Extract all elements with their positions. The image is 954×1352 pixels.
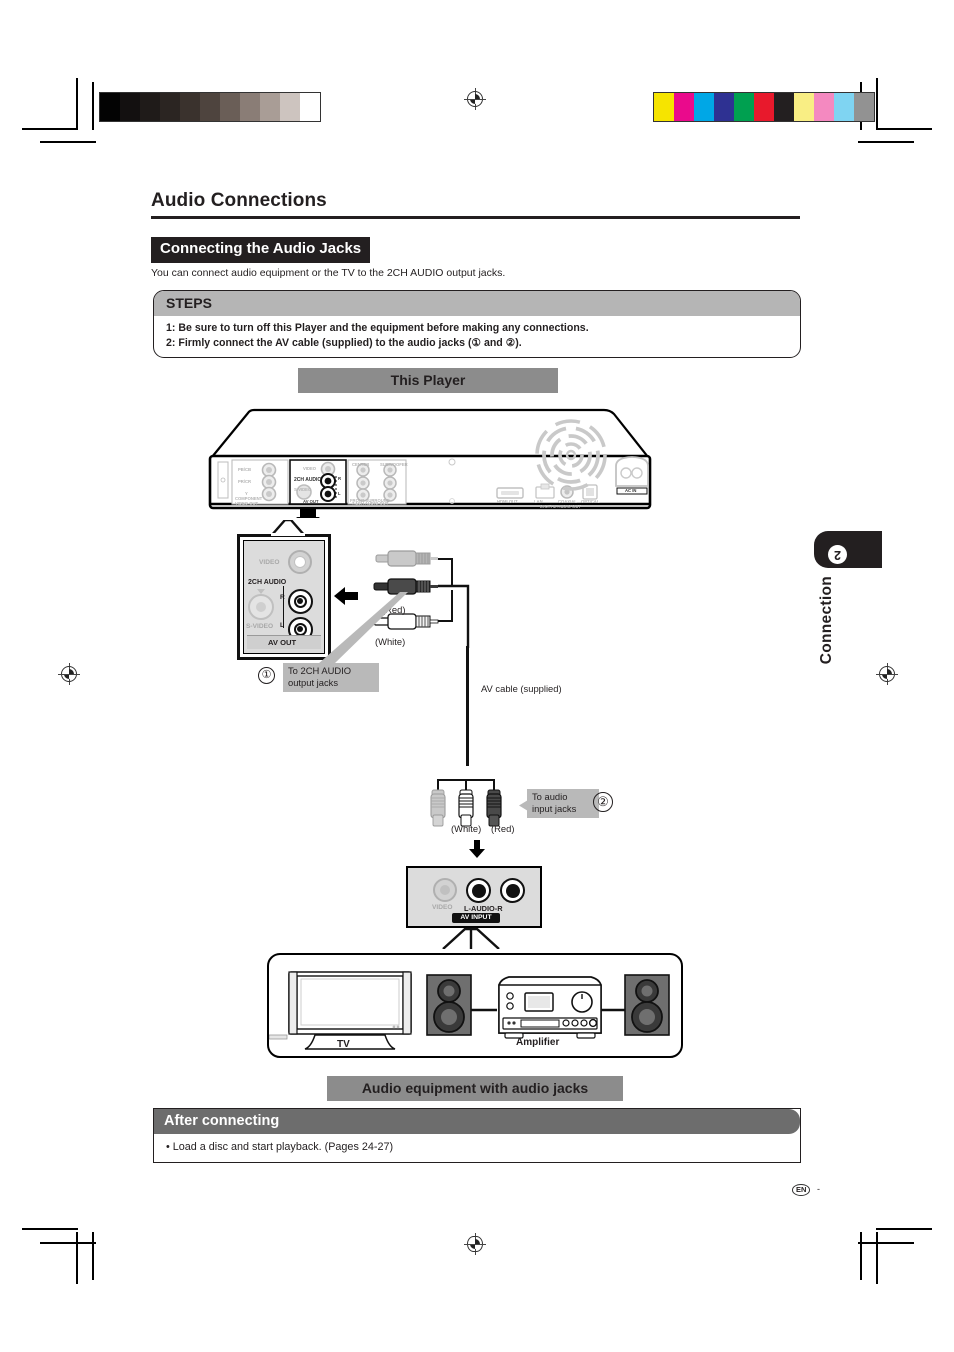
color-patch-3 [714, 93, 734, 121]
steps-box: STEPS 1: Be sure to turn off this Player… [153, 290, 801, 358]
callout-1-number: ① [258, 667, 275, 684]
lead-paragraph: You can connect audio equipment or the T… [151, 267, 506, 279]
gray-patch-6 [220, 93, 240, 121]
connect-arrow-down-icon [469, 840, 485, 863]
av-input-audio-jack-left [466, 878, 491, 903]
section-heading: Connecting the Audio Jacks [151, 237, 371, 263]
footer-language-badge: EN - [792, 1184, 820, 1196]
color-patch-7 [794, 93, 814, 121]
callout-2-line2: input jacks [532, 802, 577, 814]
after-connecting-box: After connecting • Load a disc and start… [153, 1108, 801, 1163]
tv-label: TV [337, 1039, 350, 1050]
av-input-bracket [441, 927, 501, 954]
crop-mark-tl-h2 [40, 141, 96, 143]
amplifier-label: Amplifier [516, 1037, 560, 1048]
registration-target-top [464, 88, 486, 110]
crop-mark-tl-v [76, 78, 78, 130]
crop-mark-bl-v2 [92, 1232, 94, 1280]
gray-patch-2 [140, 93, 160, 121]
av-out-svideo-label: S-VIDEO [246, 623, 274, 630]
player-rear-illustration: COMPONENT VIDEO OUT PB/CB PR/CR Y VIDEO … [200, 400, 660, 526]
gray-patch-10 [300, 93, 320, 121]
side-tab-chapter[interactable]: 2 [814, 531, 882, 568]
steps-body: 1: Be sure to turn off this Player and t… [154, 316, 800, 357]
av-input-title: AV INPUT [460, 914, 492, 921]
callout-1-text: To 2CH AUDIO output jacks [283, 663, 379, 692]
crop-mark-tr-h [876, 128, 932, 130]
registration-target-bottom [464, 1233, 486, 1255]
av-cable-wire [466, 646, 469, 766]
steps-heading: STEPS [154, 291, 800, 316]
av-input-video-label: VIDEO [432, 904, 453, 911]
crop-mark-br-v2 [860, 1232, 862, 1280]
callout-2-text: To audio input jacks [527, 789, 599, 818]
gray-patch-3 [160, 93, 180, 121]
footer-dash: - [816, 1184, 820, 1194]
callout-1-line2: output jacks [288, 676, 339, 688]
crop-mark-bl-h [22, 1228, 78, 1230]
crop-mark-tr-v [876, 78, 878, 130]
color-calibration-strip [653, 92, 875, 122]
callout-1-leader [300, 590, 410, 670]
color-patch-4 [734, 93, 754, 121]
plug-label-white-bottom: (White) [451, 823, 482, 834]
grayscale-calibration-strip [99, 92, 321, 122]
gray-patch-7 [240, 93, 260, 121]
crop-mark-br-v [876, 1232, 878, 1284]
registration-target-left [58, 663, 80, 685]
crop-mark-tl-v2 [92, 82, 94, 130]
step-item-2: 2: Firmly connect the AV cable (supplied… [166, 337, 522, 350]
gray-patch-8 [260, 93, 280, 121]
gray-patch-1 [120, 93, 140, 121]
crop-mark-tr-h2 [858, 141, 914, 143]
crop-mark-br-h [876, 1228, 932, 1230]
color-patch-5 [754, 93, 774, 121]
av-cable-label: AV cable (supplied) [481, 683, 562, 694]
gray-patch-5 [200, 93, 220, 121]
av-out-pointer [265, 518, 311, 541]
color-patch-9 [834, 93, 854, 121]
callout-2-line1: To audio [532, 791, 568, 802]
after-connecting-heading: After connecting [154, 1109, 800, 1134]
color-patch-1 [674, 93, 694, 121]
footer-lang-text: EN [792, 1184, 811, 1196]
color-patch-0 [654, 93, 674, 121]
av-cable-bottom-plugs [428, 752, 538, 832]
title-rule [151, 216, 800, 219]
plug-label-red-bottom: (Red) [491, 823, 515, 834]
after-connecting-body: • Load a disc and start playback. (Pages… [166, 1141, 394, 1153]
callout-2-number: ② [593, 792, 613, 812]
s-video-jack [248, 594, 274, 620]
callout-1-line1: To 2CH AUDIO [288, 665, 352, 676]
gray-patch-4 [180, 93, 200, 121]
av-out-audio-label: 2CH AUDIO [248, 579, 287, 586]
color-patch-2 [694, 93, 714, 121]
registration-target-right [876, 663, 898, 685]
audio-equipment-banner: Audio equipment with audio jacks [327, 1076, 623, 1101]
color-patch-6 [774, 93, 794, 121]
gray-patch-9 [280, 93, 300, 121]
av-input-panel: VIDEO L-AUDIO-R AV INPUT [406, 866, 542, 928]
color-patch-10 [854, 93, 874, 121]
av-input-audio-label: L-AUDIO-R [464, 904, 503, 913]
av-out-video-label: VIDEO [259, 559, 280, 566]
audio-equipment-box: TV Amplifier [267, 953, 683, 1058]
step-item-1: 1: Be sure to turn off this Player and t… [166, 322, 589, 334]
crop-mark-tl-h [22, 128, 78, 130]
video-out-jack [288, 550, 312, 574]
side-tab-number: 2 [828, 545, 847, 564]
crop-mark-bl-v [76, 1232, 78, 1284]
av-out-title: AV OUT [268, 638, 297, 647]
crop-mark-br-h2 [858, 1242, 914, 1244]
color-patch-8 [814, 93, 834, 121]
gray-patch-0 [100, 93, 120, 121]
crop-mark-bl-h2 [40, 1242, 96, 1244]
page-title: Audio Connections [151, 190, 327, 211]
this-player-banner: This Player [298, 368, 558, 393]
side-tab-label: Connection [818, 576, 835, 665]
av-input-video-jack [433, 878, 457, 902]
av-input-audio-jack-right [500, 878, 525, 903]
